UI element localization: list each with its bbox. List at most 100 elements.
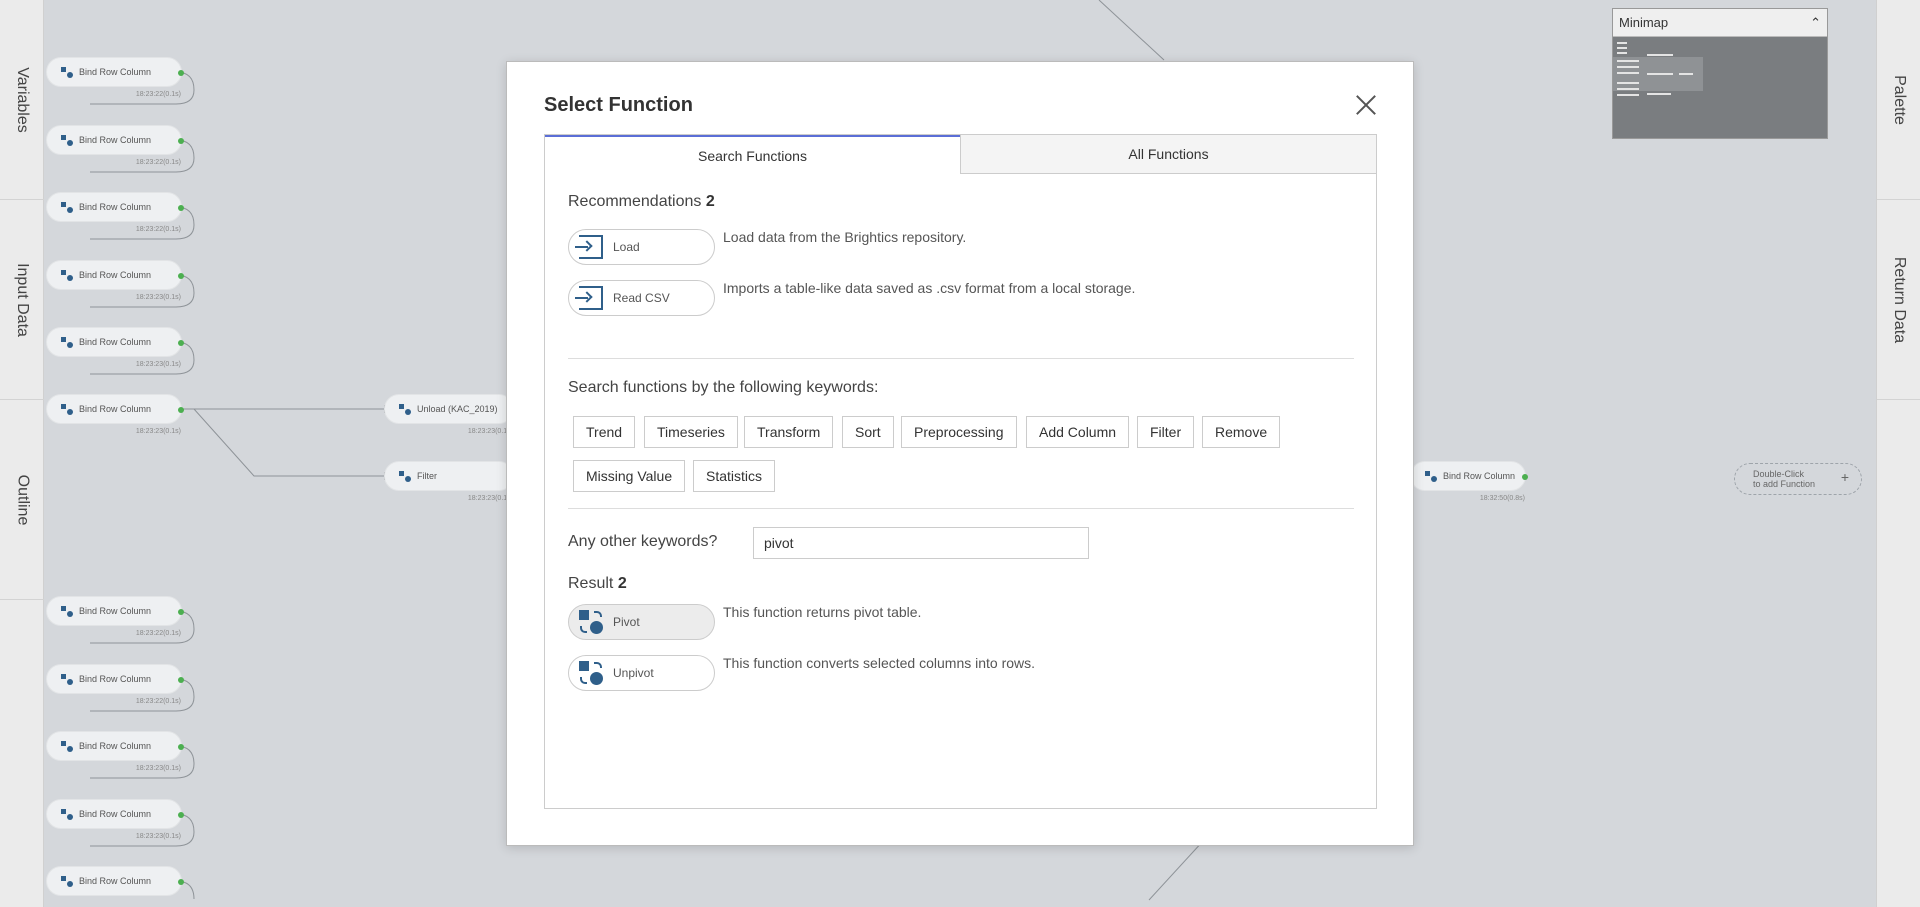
function-name: Unpivot	[613, 666, 654, 680]
output-port[interactable]	[178, 70, 184, 76]
output-port[interactable]	[178, 744, 184, 750]
node-timestamp: 18:23:23(0.1s)	[135, 294, 181, 301]
output-port[interactable]	[178, 340, 184, 346]
output-port[interactable]	[178, 879, 184, 885]
result-heading: Result 2	[568, 575, 627, 593]
wire	[1148, 839, 1205, 901]
node-icon	[61, 605, 73, 617]
keyword-preprocessing[interactable]: Preprocessing	[901, 416, 1017, 448]
output-port[interactable]	[178, 609, 184, 615]
recommendations-label: Recommendations	[568, 193, 702, 210]
node-label: Bind Row Column	[79, 67, 152, 77]
node-timestamp: 18:23:22(0.1s)	[135, 91, 181, 98]
tab-input-data[interactable]: Input Data	[0, 200, 44, 400]
keyword-add-column[interactable]: Add Column	[1026, 416, 1130, 448]
keyword-statistics[interactable]: Statistics	[693, 460, 776, 492]
keyword-search-input[interactable]	[753, 527, 1089, 559]
tab-outline[interactable]: Outline	[0, 400, 44, 600]
canvas-node[interactable]: Bind Row Column 18:23:23(0.1s)	[46, 394, 184, 435]
node-timestamp: 18:32:50(0.8s)	[1479, 495, 1525, 502]
tab-variables[interactable]: Variables	[0, 0, 44, 200]
canvas-node[interactable]: Bind Row Column 18:23:23(0.1s)	[46, 731, 184, 772]
canvas-node[interactable]: Bind Row Column 18:23:22(0.1s)	[46, 192, 184, 233]
keyword-transform[interactable]: Transform	[744, 416, 834, 448]
node-label: Bind Row Column	[1443, 471, 1516, 481]
keyword-missing-value[interactable]: Missing Value	[573, 460, 686, 492]
dialog-title: Select Function	[544, 94, 693, 116]
node-label: Filter	[417, 471, 437, 481]
function-description: This function converts selected columns …	[723, 655, 1036, 671]
function-name: Load	[613, 240, 640, 254]
close-icon[interactable]	[1355, 94, 1377, 116]
keyword-remove[interactable]: Remove	[1202, 416, 1281, 448]
canvas-node[interactable]: Bind Row Column 18:23:23(0.1s)	[46, 260, 184, 301]
node-icon	[61, 66, 73, 78]
function-pivot-button[interactable]: Pivot	[568, 604, 715, 640]
select-function-dialog: Select Function Search Functions All Fun…	[506, 61, 1414, 846]
output-port[interactable]	[178, 205, 184, 211]
keyword-trend[interactable]: Trend	[573, 416, 636, 448]
canvas-node[interactable]: Bind Row Column 18:23:22(0.1s)	[46, 125, 184, 166]
tab-outline-label: Outline	[14, 474, 32, 525]
node-label: Bind Row Column	[79, 606, 152, 616]
canvas-node[interactable]: Bind Row Column 18:32:50(0.8s)	[1410, 461, 1528, 502]
left-side-panel: Variables Input Data Outline	[0, 0, 44, 907]
tab-all-functions[interactable]: All Functions	[960, 135, 1376, 174]
output-port[interactable]	[178, 812, 184, 818]
node-label: Bind Row Column	[79, 404, 152, 414]
minimap-header: Minimap ⌃	[1613, 9, 1827, 37]
canvas-node[interactable]: Bind Row Column 18:23:22(0.1s)	[46, 664, 184, 705]
output-port[interactable]	[178, 407, 184, 413]
function-panel: Search Functions All Functions Recommend…	[544, 134, 1377, 809]
canvas-node[interactable]: Bind Row Column 18:23:22(0.1s)	[46, 596, 184, 637]
canvas-node[interactable]: Bind Row Column 18:23:22(0.1s)	[46, 57, 184, 98]
canvas-node[interactable]: Bind Row Column	[46, 866, 184, 896]
keyword-timeseries[interactable]: Timeseries	[644, 416, 738, 448]
node-label: Bind Row Column	[79, 741, 152, 751]
chevron-up-icon[interactable]: ⌃	[1810, 15, 1821, 31]
wire	[1098, 0, 1165, 61]
unload-icon	[399, 403, 411, 415]
minimap-mark	[1617, 72, 1639, 74]
node-timestamp: 18:23:22(0.1s)	[135, 698, 181, 705]
keyword-sort[interactable]: Sort	[842, 416, 894, 448]
node-icon	[61, 134, 73, 146]
canvas-node[interactable]: Bind Row Column 18:23:23(0.1s)	[46, 799, 184, 840]
output-port[interactable]	[178, 273, 184, 279]
right-side-panel: Palette Return Data	[1876, 0, 1920, 907]
tab-return-data[interactable]: Return Data	[1877, 200, 1920, 400]
output-port[interactable]	[1522, 474, 1528, 480]
unload-node[interactable]: Unload (KAC_2019) 18:23:23(0.1s)	[384, 394, 514, 435]
node-icon	[61, 673, 73, 685]
minimap-mark	[1617, 66, 1639, 68]
function-unpivot-button[interactable]: Unpivot	[568, 655, 715, 691]
node-timestamp: 18:23:23(0.1s)	[135, 833, 181, 840]
function-load-button[interactable]: Load	[568, 229, 715, 265]
minimap-mark	[1647, 93, 1671, 95]
keyword-filter[interactable]: Filter	[1137, 416, 1195, 448]
add-function-line2: to add Function	[1753, 479, 1816, 489]
minimap-mark	[1617, 82, 1639, 84]
tab-variables-label: Variables	[14, 66, 32, 133]
minimap-mark	[1617, 88, 1639, 90]
function-read-csv-button[interactable]: Read CSV	[568, 280, 715, 316]
function-name: Read CSV	[613, 291, 670, 305]
load-icon	[575, 286, 603, 310]
filter-node[interactable]: Filter 18:23:23(0.1s)	[384, 461, 514, 502]
minimap[interactable]: Minimap ⌃	[1612, 8, 1828, 139]
output-port[interactable]	[178, 677, 184, 683]
add-function-placeholder[interactable]: Double-Click to add Function +	[1734, 463, 1862, 495]
node-label: Unload (KAC_2019)	[417, 404, 498, 414]
node-icon	[61, 740, 73, 752]
node-label: Bind Row Column	[79, 337, 152, 347]
function-description: This function returns pivot table.	[723, 604, 922, 620]
canvas-node[interactable]: Bind Row Column 18:23:23(0.1s)	[46, 327, 184, 368]
node-icon	[61, 201, 73, 213]
tab-search-functions[interactable]: Search Functions	[545, 135, 960, 174]
tab-palette[interactable]: Palette	[1877, 0, 1920, 200]
node-label: Bind Row Column	[79, 270, 152, 280]
node-timestamp: 18:23:22(0.1s)	[135, 226, 181, 233]
output-port[interactable]	[178, 138, 184, 144]
function-description: Imports a table-like data saved as .csv …	[723, 280, 1136, 296]
divider	[568, 358, 1354, 359]
